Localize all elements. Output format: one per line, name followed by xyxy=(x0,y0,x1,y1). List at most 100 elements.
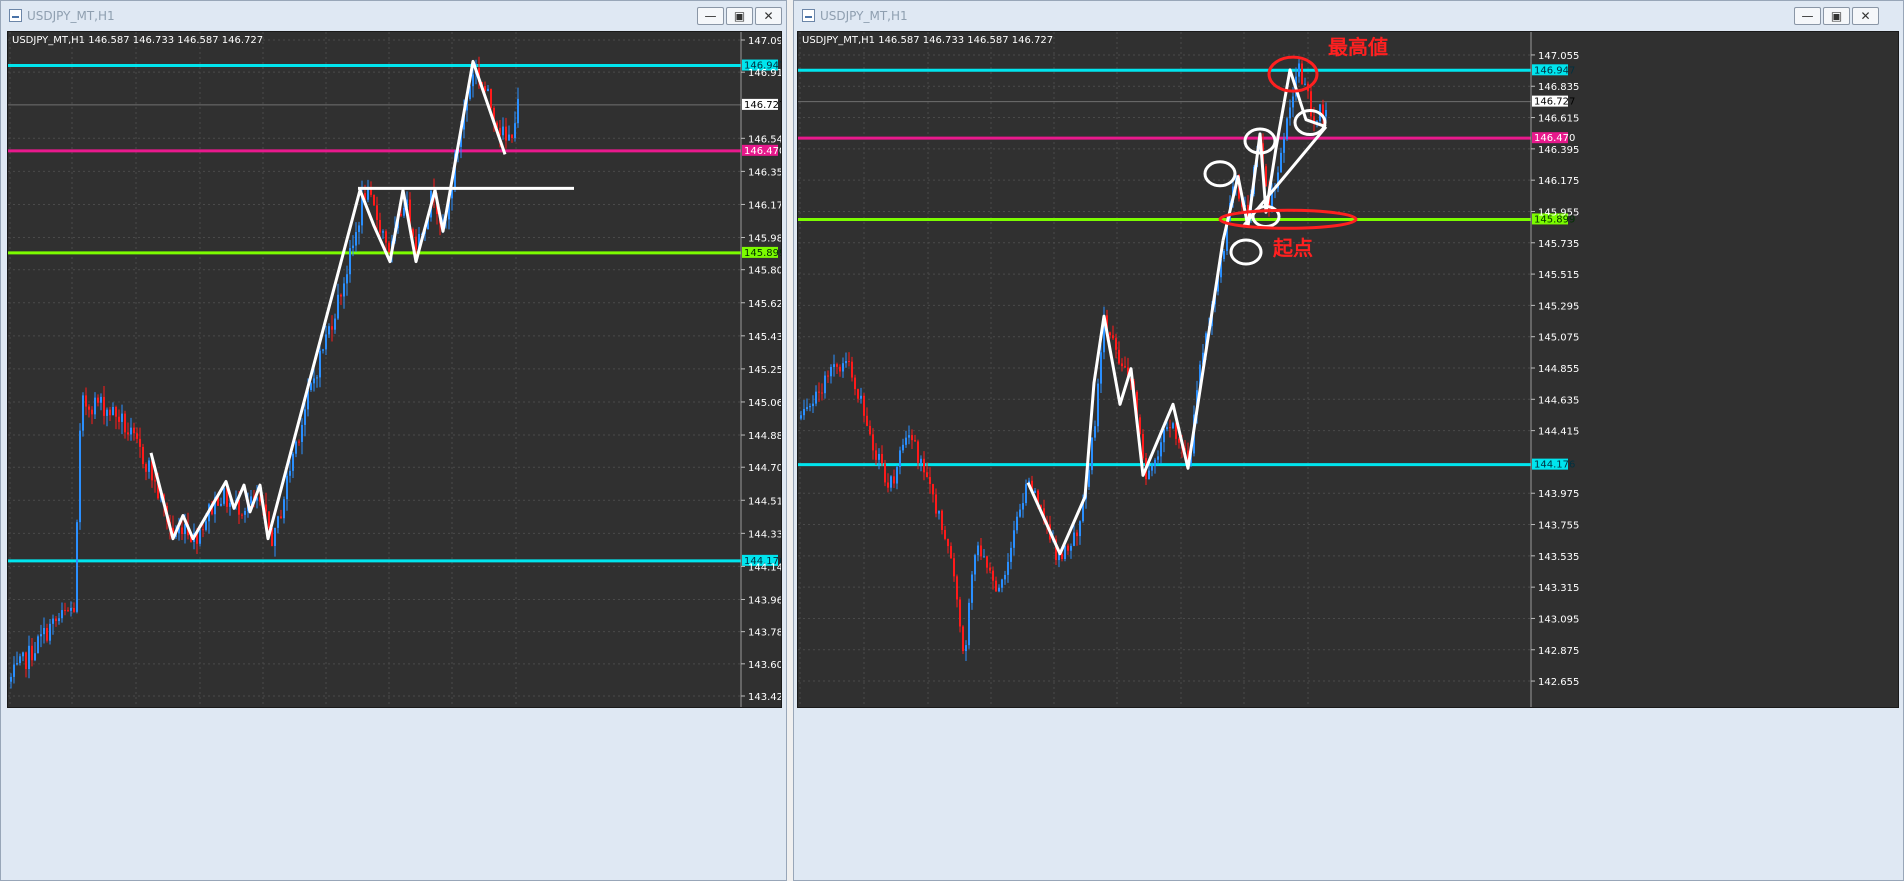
candle-body xyxy=(863,395,865,416)
candle-body xyxy=(1124,366,1126,368)
candle-body xyxy=(136,433,138,439)
candle-body xyxy=(403,207,405,216)
candle-body xyxy=(325,334,327,350)
candle-body xyxy=(265,504,267,512)
candle-body xyxy=(199,529,201,544)
y-tick-label: 145.805 xyxy=(748,266,782,277)
candle-body xyxy=(938,510,940,514)
candle-body xyxy=(800,415,802,419)
candle-body xyxy=(908,435,910,438)
candle-body xyxy=(238,499,240,515)
level-price-label: 146.470 xyxy=(744,146,782,157)
candle-body xyxy=(854,377,856,390)
candle-body xyxy=(1166,427,1168,430)
minimize-button[interactable]: — xyxy=(1794,7,1821,25)
candle-body xyxy=(1007,561,1009,575)
candle-body xyxy=(857,389,859,399)
candle-body xyxy=(1019,509,1021,517)
candle-body xyxy=(40,634,42,637)
candle-body xyxy=(1073,532,1075,546)
y-tick-label: 142.875 xyxy=(1538,646,1579,657)
candle-body xyxy=(202,529,204,531)
y-tick-label: 143.315 xyxy=(1538,583,1579,594)
candle-body xyxy=(97,397,99,403)
candle-body xyxy=(472,74,474,87)
candle-body xyxy=(10,676,12,682)
candle-body xyxy=(818,391,820,393)
candle-body xyxy=(358,225,360,233)
candle-body xyxy=(1001,579,1003,588)
candle-body xyxy=(268,511,270,529)
candle-body xyxy=(322,349,324,351)
candle-body xyxy=(950,546,952,559)
candle-body xyxy=(1097,383,1099,427)
candle-body xyxy=(22,652,24,657)
y-tick-label: 145.075 xyxy=(1538,333,1579,344)
close-button[interactable]: ✕ xyxy=(1852,7,1879,25)
candle-body xyxy=(109,409,111,416)
candle-body xyxy=(382,231,384,233)
candle-body xyxy=(310,383,312,391)
candle-body xyxy=(1163,429,1165,443)
window-titlebar[interactable]: USDJPY_MT,H1 — ▣ ✕ xyxy=(794,1,1903,31)
candle-body xyxy=(301,424,303,442)
candle-body xyxy=(980,545,982,557)
candle-body xyxy=(1310,91,1312,117)
restore-button[interactable]: ▣ xyxy=(1823,7,1850,25)
window-titlebar[interactable]: USDJPY_MT,H1 — ▣ ✕ xyxy=(1,1,786,31)
candle-body xyxy=(1112,335,1114,339)
candle-body xyxy=(490,88,492,108)
candle-body xyxy=(388,242,390,252)
candle-body xyxy=(947,538,949,547)
candle-body xyxy=(1025,484,1027,504)
level-price-label: 145.899 xyxy=(744,248,782,259)
candle-body xyxy=(514,123,516,139)
candle-body xyxy=(851,361,853,378)
minimize-button[interactable]: — xyxy=(697,7,724,25)
price-chart[interactable]: 146.947 146.470 145.899 144.176 146.727 147.… xyxy=(7,31,782,708)
price-chart[interactable]: 146.947 146.470 145.899 144.176 146.727 最高値起… xyxy=(797,31,1899,708)
candle-body xyxy=(106,409,108,416)
candle-body xyxy=(343,283,345,297)
y-tick-label: 145.435 xyxy=(748,332,782,343)
candle-body xyxy=(962,626,964,652)
candle-body xyxy=(878,453,880,460)
candle-body xyxy=(923,458,925,473)
candlestick-chart[interactable]: 146.947146.470145.899144.176146.727 147.… xyxy=(8,32,782,708)
close-button[interactable]: ✕ xyxy=(755,7,782,25)
candle-body xyxy=(58,618,60,622)
chart-window-left[interactable]: USDJPY_MT,H1 — ▣ ✕ 146.947 146.470 145.899… xyxy=(0,0,787,881)
candle-body xyxy=(283,499,285,519)
candle-body xyxy=(502,126,504,136)
candle-body xyxy=(881,453,883,464)
candle-body xyxy=(1286,118,1288,139)
y-tick-label: 143.095 xyxy=(1538,614,1579,625)
y-tick-label: 144.515 xyxy=(748,496,782,507)
candle-body xyxy=(926,472,928,478)
candle-body xyxy=(1121,363,1123,367)
swing-point-circle xyxy=(1229,238,1263,266)
candle-body xyxy=(959,599,961,627)
candlestick-chart[interactable]: 146.947146.470145.899144.176146.727 最高値起… xyxy=(798,32,1899,708)
candle-body xyxy=(43,627,45,635)
candle-body xyxy=(869,425,871,435)
candle-body xyxy=(839,366,841,372)
candle-body xyxy=(1109,332,1111,336)
candle-body xyxy=(1283,138,1285,153)
candle-body xyxy=(944,529,946,539)
y-tick-label: 145.955 xyxy=(1538,207,1579,218)
candle-body xyxy=(1115,338,1117,350)
candle-body xyxy=(241,514,243,516)
current-price-label: 146.727 xyxy=(1534,97,1575,108)
candle-body xyxy=(836,364,838,367)
candle-body xyxy=(1172,423,1174,429)
candle-body xyxy=(37,636,39,654)
chart-window-right[interactable]: USDJPY_MT,H1 — ▣ ✕ 146.947 146.470 145.899… xyxy=(793,0,1904,881)
candle-body xyxy=(890,476,892,488)
y-tick-label: 144.880 xyxy=(748,431,782,442)
restore-button[interactable]: ▣ xyxy=(726,7,753,25)
y-tick-label: 143.755 xyxy=(1538,521,1579,532)
candle-body xyxy=(82,395,84,431)
candle-body xyxy=(298,441,300,443)
candle-body xyxy=(812,403,814,407)
